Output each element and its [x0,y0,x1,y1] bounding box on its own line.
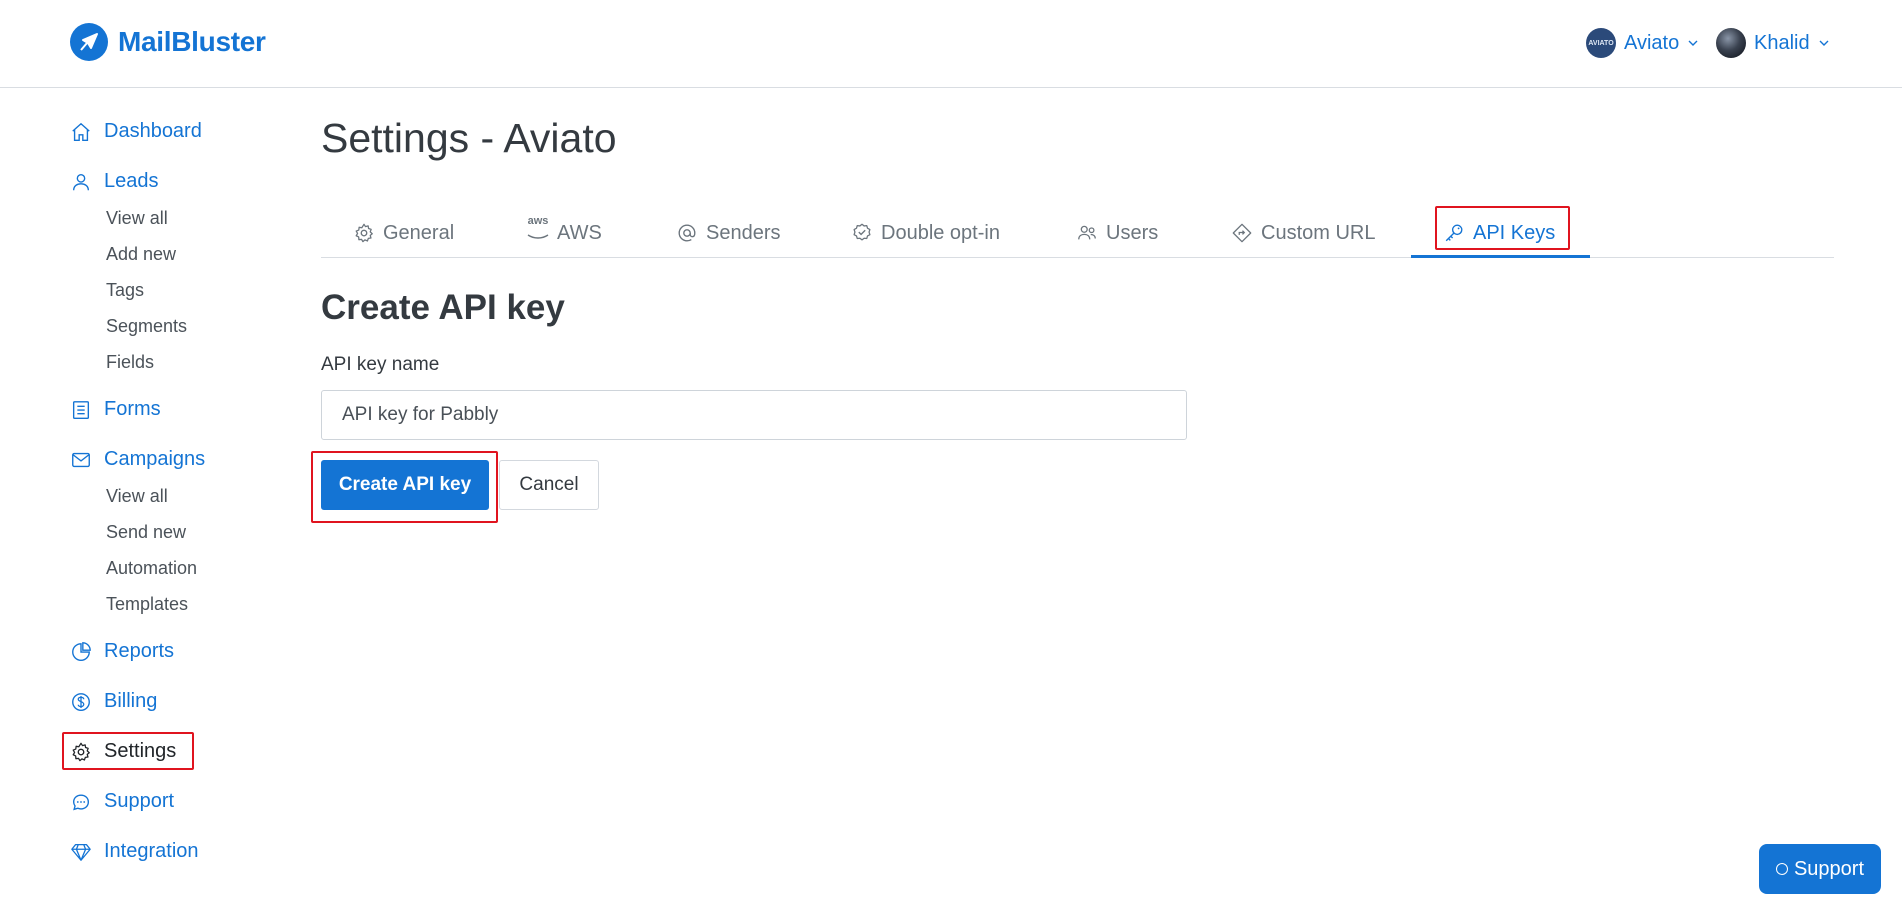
sidebar-item-label: Reports [104,640,175,662]
user-icon [72,173,90,190]
page-title: Settings - Aviato [321,115,617,161]
sidebar-subitem-campaigns-view-all[interactable]: View all [106,486,168,507]
tab-custom-url[interactable]: Custom URL [1231,208,1375,258]
sidebar-item-label: Leads [104,170,159,192]
home-icon [72,122,90,141]
check-circle-icon [853,223,871,241]
sidebar-item-label: Settings [104,740,177,762]
sidebar-item-integration[interactable]: Integration [70,840,199,863]
sidebar-subitem-send-new[interactable]: Send new [106,522,186,543]
tab-users[interactable]: Users [1076,208,1158,258]
tab-label: Double opt-in [881,221,1000,244]
gear-icon [355,223,373,243]
aws-icon: aws [527,216,549,250]
sidebar-item-billing[interactable]: Billing [70,690,157,713]
user-avatar [1716,28,1746,58]
tab-aws[interactable]: aws AWS [527,208,602,258]
aviato-avatar: AVIATO [1586,28,1616,58]
users-icon [1078,225,1096,240]
sidebar-subitem-fields[interactable]: Fields [106,352,154,373]
account-switcher-aviato[interactable]: AVIATO Aviato [1586,28,1699,58]
tab-label: Senders [706,221,781,244]
gem-icon [71,843,91,861]
sidebar-item-label: Dashboard [104,120,202,142]
sidebar-item-label: Billing [104,690,158,712]
api-key-name-input[interactable] [321,390,1187,440]
tab-label: Custom URL [1261,221,1376,244]
sidebar-subitem-automation[interactable]: Automation [106,558,197,579]
sidebar-item-dashboard[interactable]: Dashboard [70,120,202,143]
tab-label: AWS [557,221,602,244]
sidebar-item-settings[interactable]: Settings [70,740,176,763]
sidebar-subitem-segments[interactable]: Segments [106,316,187,337]
tab-senders[interactable]: Senders [676,208,781,258]
section-title: Create API key [321,288,565,327]
tab-label: API Keys [1473,221,1556,244]
support-chat-label: Support [1793,857,1865,880]
active-tab-indicator [1411,255,1590,258]
gear-icon [72,742,90,761]
sidebar-item-campaigns[interactable]: Campaigns [70,448,205,471]
tab-label: General [383,221,455,244]
sidebar-item-label: Support [104,790,175,812]
sidebar-item-leads[interactable]: Leads [70,170,159,193]
chevron-down-icon [1688,40,1698,46]
tab-api-keys[interactable]: API Keys [1443,208,1555,258]
sidebar-item-label: Forms [104,398,161,420]
form-list-icon [72,400,90,419]
diamond-arrow-icon [1232,223,1252,243]
chat-bubble-icon [72,793,90,810]
api-key-name-label: API key name [321,354,440,375]
top-header: MailBluster AVIATO Aviato Khalid [0,0,1902,88]
tab-general[interactable]: General [353,208,454,258]
settings-tabs: General aws AWS Senders Double opt-in Us… [321,208,1834,258]
cancel-button[interactable]: Cancel [499,460,599,510]
sidebar-item-forms[interactable]: Forms [70,398,161,421]
chevron-down-icon [1819,40,1829,46]
tab-label: Users [1106,221,1159,244]
sidebar-subitem-add-new[interactable]: Add new [106,244,176,265]
at-icon [678,224,696,242]
sidebar-item-label: Integration [104,840,199,862]
brand-logo[interactable]: MailBluster [70,23,266,61]
sidebar-subitem-leads-view-all[interactable]: View all [106,208,168,229]
create-api-key-button[interactable]: Create API key [321,460,489,510]
sidebar-item-label: Campaigns [104,448,206,470]
brand-name: MailBluster [118,26,266,57]
support-chat-button[interactable]: Support [1759,844,1881,894]
pie-chart-icon [72,641,91,661]
account-label: Aviato [1624,31,1680,54]
rocket-logo-icon [70,23,108,61]
tab-double-opt-in[interactable]: Double opt-in [851,208,1000,258]
sidebar-item-reports[interactable]: Reports [70,640,174,663]
sidebar-subitem-templates[interactable]: Templates [106,594,188,615]
sidebar-item-support[interactable]: Support [70,790,174,813]
key-icon [1445,224,1463,242]
sidebar-subitem-tags[interactable]: Tags [106,280,144,301]
dollar-circle-icon [72,692,90,711]
envelope-icon [72,452,90,467]
user-label: Khalid [1754,31,1810,54]
chat-status-icon [1775,863,1788,875]
user-menu-khalid[interactable]: Khalid [1716,28,1830,58]
